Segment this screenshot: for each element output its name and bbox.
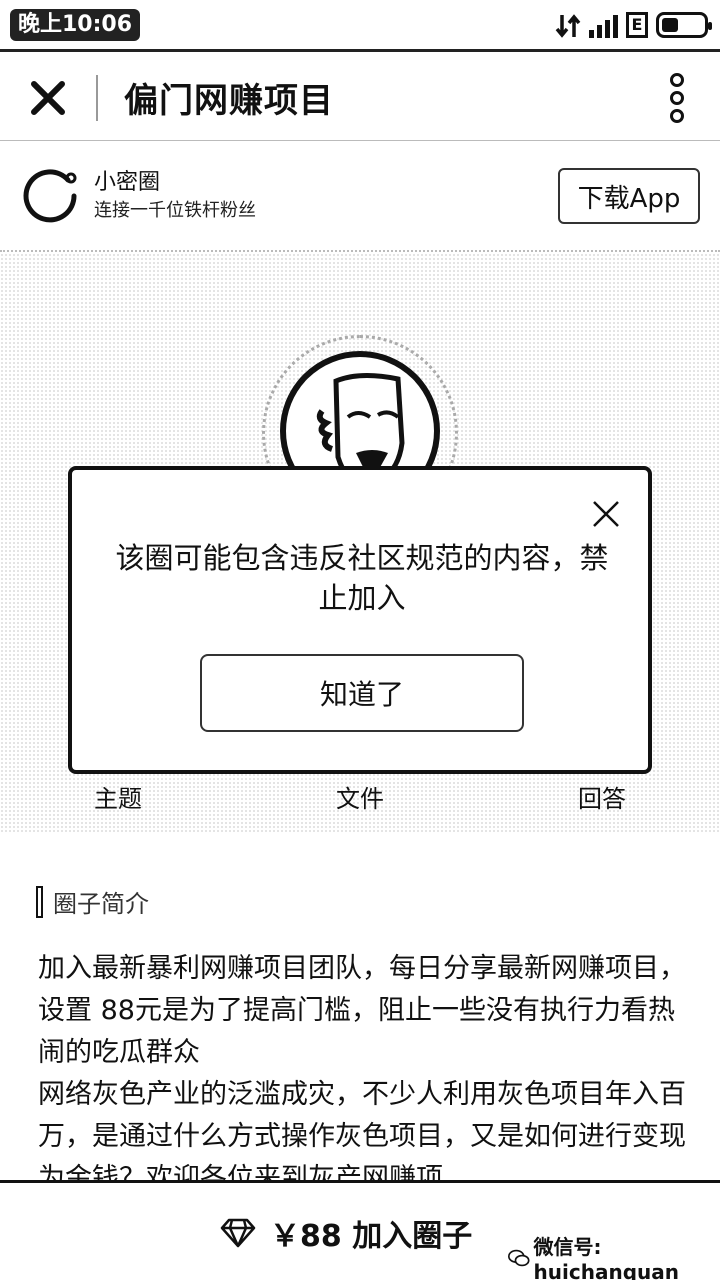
page-title: 偏门网赚项目 bbox=[124, 81, 334, 121]
data-transfer-icon bbox=[555, 11, 581, 39]
wechat-watermark: 微信号: huichanquan bbox=[504, 1229, 720, 1280]
download-app-button[interactable]: 下载App bbox=[558, 168, 700, 224]
close-button[interactable] bbox=[0, 55, 96, 141]
intro-paragraph: 加入最新暴利网赚项目团队，每日分享最新网赚项目，设置 88元是为了提高门槛，阻止… bbox=[38, 953, 686, 1068]
close-icon bbox=[31, 80, 65, 115]
intro-body: 加入最新暴利网赚项目团队，每日分享最新网赚项目，设置 88元是为了提高门槛，阻止… bbox=[38, 948, 686, 1200]
signal-strength-icon bbox=[589, 12, 618, 38]
promo-text: 小密圈 连接一千位铁杆粉丝 bbox=[94, 168, 558, 224]
wechat-icon bbox=[508, 1249, 530, 1266]
app-slogan: 连接一千位铁杆粉丝 bbox=[94, 200, 256, 221]
network-type-label: E bbox=[626, 11, 648, 38]
app-logo-icon bbox=[23, 169, 77, 223]
status-icons: E bbox=[555, 11, 712, 39]
status-bar: 晚上10:06 E bbox=[0, 0, 720, 52]
diamond-icon bbox=[220, 1218, 256, 1248]
more-dot-icon bbox=[670, 109, 684, 123]
tab-topics[interactable]: 主题 bbox=[94, 779, 214, 814]
bottom-bar: ￥88 加入圈子 微信号: huichanquan bbox=[0, 1180, 720, 1280]
nav-divider bbox=[96, 74, 98, 121]
nav-bar: 偏门网赚项目 bbox=[0, 55, 720, 141]
join-circle-button[interactable]: ￥88 加入圈子 bbox=[220, 1211, 472, 1255]
acknowledge-button[interactable]: 知道了 bbox=[200, 654, 524, 732]
intro-heading: 圈子简介 bbox=[36, 884, 149, 919]
watermark-text: 微信号: huichanquan bbox=[533, 1235, 679, 1280]
heading-marker bbox=[36, 885, 43, 918]
more-dot-icon bbox=[670, 91, 684, 105]
stats-tabs: 主题 文件 回答 bbox=[0, 779, 720, 814]
join-label: ￥88 加入圈子 bbox=[270, 1219, 473, 1254]
more-dot-icon bbox=[670, 73, 684, 87]
tab-answers[interactable]: 回答 bbox=[506, 779, 626, 814]
tab-files[interactable]: 文件 bbox=[300, 779, 420, 814]
dialog-close-button[interactable] bbox=[590, 498, 622, 530]
battery-icon bbox=[656, 11, 712, 38]
app-name: 小密圈 bbox=[94, 170, 161, 195]
app-promo-banner: 小密圈 连接一千位铁杆粉丝 下载App bbox=[0, 142, 720, 252]
battery-level bbox=[662, 17, 678, 32]
close-icon bbox=[593, 501, 619, 527]
intro-heading-text: 圈子简介 bbox=[53, 890, 149, 918]
more-options-button[interactable] bbox=[662, 73, 692, 123]
restriction-dialog: 该圈可能包含违反社区规范的内容，禁止加入 知道了 bbox=[68, 466, 652, 774]
status-time: 晚上10:06 bbox=[10, 8, 141, 41]
dialog-message: 该圈可能包含违反社区规范的内容，禁止加入 bbox=[115, 541, 609, 615]
